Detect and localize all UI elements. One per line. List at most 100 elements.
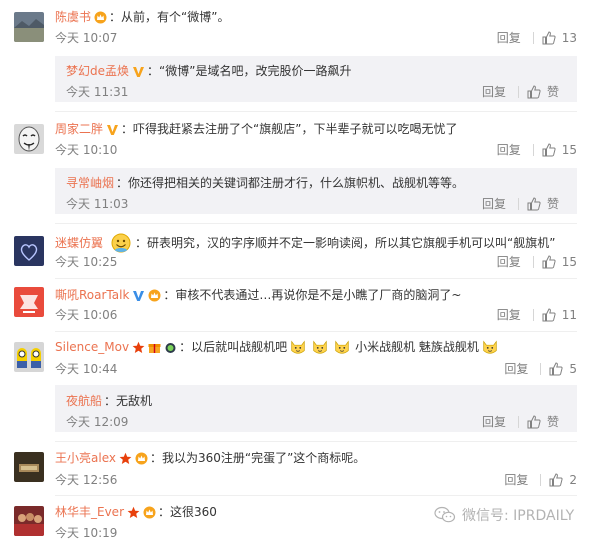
reply-box: 梦幻de孟焕 ：“微博”是域名吧，改完股价一路飙升 今天 11:31 回复 赞 [55, 56, 577, 102]
avatar[interactable] [14, 124, 44, 154]
comment-line: 陈虞书 ：从前，有个“微博”。 [55, 9, 229, 25]
username[interactable]: 梦幻de孟焕 [66, 63, 129, 79]
username[interactable]: 林华丰_Ever [55, 504, 124, 520]
divider [517, 198, 519, 210]
like-button[interactable]: 11 [542, 308, 577, 322]
vip-crown-icon [135, 452, 148, 464]
star-icon [119, 452, 132, 464]
comment-actions: 回复 13 [497, 31, 577, 45]
comment-text: ：研表明究，汉的字序顺并不定一影响读阅，所以其它旗舰手机可以叫“舰旗机” [135, 236, 556, 250]
like-button[interactable]: 5 [549, 362, 577, 376]
comment-text: ：审核不代表通过…再说你是不是小瞧了厂商的脑洞了~ [163, 288, 462, 302]
comment-text: ：从前，有个“微博”。 [109, 10, 230, 24]
comment-actions: 回复 5 [504, 362, 577, 376]
timestamp: 今天 10:19 [55, 526, 118, 540]
reply-line: 夜航船 ：无敌机 [66, 393, 152, 409]
divider [517, 416, 519, 428]
verified-v-icon [107, 124, 119, 135]
thumbs-up-icon [549, 473, 563, 487]
gift-icon [148, 343, 161, 353]
avatar[interactable] [14, 12, 44, 42]
avatar[interactable] [14, 287, 44, 317]
divider [55, 111, 577, 112]
cat-emoji-icon [335, 340, 349, 354]
thumbs-up-icon [549, 362, 563, 376]
vip-crown-icon [143, 506, 156, 518]
like-button[interactable]: 15 [542, 143, 577, 157]
reply-line: 寻常岫烟 ：你还得把相关的关键词都注册才行，什么旗帜机、战舰机等等。 [66, 175, 464, 191]
comment-line: 周家二胖 ：吓得我赶紧去注册了个“旗舰店”，下半辈子就可以吃喝无忧了 [55, 121, 457, 137]
username[interactable]: 王小亮alex [55, 450, 116, 466]
timestamp: 今天 10:44 [55, 362, 118, 376]
like-count: 11 [561, 308, 577, 322]
comment-text: ：以后就叫战舰机吧 [179, 340, 288, 354]
timestamp: 今天 10:06 [55, 308, 118, 322]
username[interactable]: 迷蝶仿翼 [55, 235, 103, 251]
like-label: 赞 [546, 415, 559, 429]
like-button[interactable]: 15 [542, 255, 577, 269]
divider [532, 32, 534, 44]
comment-text: 小米战舰机 魅族战舰机 [355, 340, 479, 354]
thumbs-up-icon [527, 85, 541, 99]
reply-button[interactable]: 回复 [497, 255, 521, 269]
username[interactable]: 陈虞书 [55, 9, 91, 25]
reply-button[interactable]: 回复 [482, 415, 506, 429]
like-button[interactable]: 赞 [527, 85, 559, 99]
timestamp: 今天 10:10 [55, 143, 118, 157]
divider [55, 441, 577, 442]
comment-actions: 回复 11 [497, 308, 577, 322]
thumbs-up-icon [527, 197, 541, 211]
reply-button[interactable]: 回复 [482, 85, 506, 99]
thumbs-up-icon [542, 143, 556, 157]
username[interactable]: 寻常岫烟 [66, 175, 114, 191]
avatar[interactable] [14, 506, 44, 536]
timestamp: 今天 11:31 [66, 85, 129, 99]
reply-button[interactable]: 回复 [482, 197, 506, 211]
username[interactable]: Silence_Mov [55, 339, 129, 355]
username[interactable]: 夜航船 [66, 393, 102, 409]
divider [55, 223, 577, 224]
username[interactable]: 嘶吼RoarTalk [55, 287, 129, 303]
like-count: 15 [561, 255, 577, 269]
reply-button[interactable]: 回复 [497, 143, 521, 157]
divider [55, 278, 577, 279]
star-icon [132, 341, 145, 353]
vip-crown-icon [148, 289, 161, 301]
like-count: 5 [569, 362, 577, 376]
reply-actions: 回复 赞 [482, 197, 559, 211]
avatar[interactable] [14, 236, 44, 266]
wechat-watermark: 微信号: IPRDAILY [434, 505, 574, 525]
thumbs-up-icon [527, 415, 541, 429]
divider [532, 309, 534, 321]
reply-box: 寻常岫烟 ：你还得把相关的关键词都注册才行，什么旗帜机、战舰机等等。 今天 11… [55, 168, 577, 214]
like-button[interactable]: 2 [549, 473, 577, 487]
thumbs-up-icon [542, 255, 556, 269]
divider [540, 363, 542, 375]
avatar[interactable] [14, 342, 44, 372]
cat-emoji-icon [291, 340, 305, 354]
username[interactable]: 周家二胖 [55, 121, 103, 137]
cat-emoji-icon [313, 340, 327, 354]
reply-actions: 回复 赞 [482, 415, 559, 429]
vip-crown-icon [94, 11, 107, 23]
reply-button[interactable]: 回复 [497, 31, 521, 45]
reply-box: 夜航船 ：无敌机 今天 12:09 回复 赞 [55, 385, 577, 432]
like-button[interactable]: 赞 [527, 415, 559, 429]
comment-actions: 回复 15 [497, 143, 577, 157]
comment-line: 嘶吼RoarTalk ：审核不代表通过…再说你是不是小瞧了厂商的脑洞了~ [55, 287, 461, 303]
reply-text: ：你还得把相关的关键词都注册才行，什么旗帜机、战舰机等等。 [116, 176, 465, 190]
divider [540, 474, 542, 486]
avatar[interactable] [14, 452, 44, 482]
comment-text: ：我以为360注册“完蛋了”这个商标呢。 [149, 451, 366, 465]
like-button[interactable]: 13 [542, 31, 577, 45]
comment-actions: 回复 15 [497, 255, 577, 269]
like-button[interactable]: 赞 [527, 197, 559, 211]
watermark-text: 微信号: IPRDAILY [462, 508, 575, 524]
comment-actions: 回复 2 [504, 473, 577, 487]
reply-button[interactable]: 回复 [504, 473, 528, 487]
reply-button[interactable]: 回复 [497, 308, 521, 322]
verified-v-icon [133, 290, 145, 301]
reply-button[interactable]: 回复 [504, 362, 528, 376]
timestamp: 今天 11:03 [66, 197, 129, 211]
comment-line: Silence_Mov ：以后就叫战舰机吧 小米战舰机 魅族战舰机 [55, 338, 501, 356]
